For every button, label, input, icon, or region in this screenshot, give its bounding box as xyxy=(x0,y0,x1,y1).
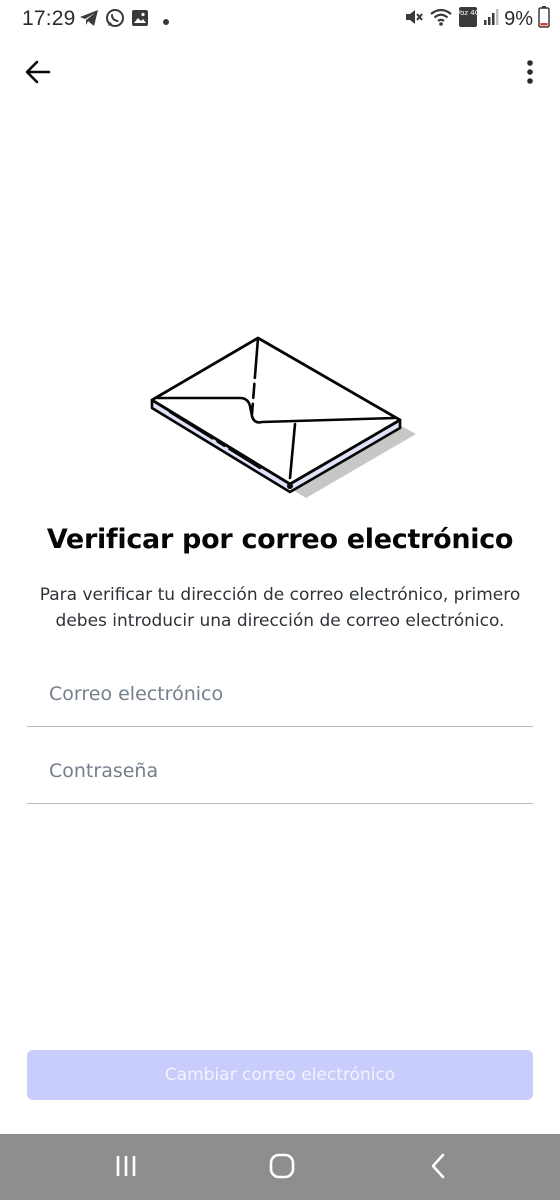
recents-icon xyxy=(114,1154,138,1183)
status-time: 17:29 xyxy=(22,7,76,30)
more-options-button[interactable] xyxy=(514,54,546,94)
home-button[interactable] xyxy=(260,1150,304,1186)
recents-button[interactable] xyxy=(104,1150,148,1186)
volte-4g-icon: Voz 4G xyxy=(456,6,480,33)
battery-percent: 9% xyxy=(504,8,533,30)
arrow-left-icon xyxy=(25,60,51,89)
home-icon xyxy=(269,1153,295,1184)
mute-icon xyxy=(404,7,424,32)
battery-icon xyxy=(538,6,550,33)
signal-icon xyxy=(483,8,499,31)
notification-icons xyxy=(79,8,169,33)
status-bar: 17:29 Voz 4G 9% xyxy=(0,0,560,36)
email-field-container xyxy=(27,662,533,727)
system-back-button[interactable] xyxy=(416,1150,460,1186)
password-field-container xyxy=(27,739,533,804)
top-app-bar xyxy=(0,36,560,108)
password-field[interactable] xyxy=(27,739,533,803)
system-status-icons: Voz 4G 9% xyxy=(404,6,550,33)
envelope-illustration xyxy=(140,328,420,508)
gallery-icon xyxy=(131,9,149,32)
wifi-icon xyxy=(429,7,453,32)
dot-icon xyxy=(163,12,169,30)
back-button[interactable] xyxy=(18,54,58,94)
volte-label: Voz 4G xyxy=(458,9,478,17)
back-chevron-icon xyxy=(429,1153,447,1184)
page-title: Verificar por correo electrónico xyxy=(46,524,514,555)
system-navigation-bar xyxy=(0,1134,560,1200)
change-email-button[interactable]: Cambiar correo electrónico xyxy=(27,1050,533,1100)
email-field[interactable] xyxy=(27,662,533,726)
more-vertical-icon xyxy=(526,59,534,90)
page-description: Para verificar tu dirección de correo el… xyxy=(39,585,521,631)
whatsapp-icon xyxy=(105,8,125,33)
telegram-icon xyxy=(79,9,99,32)
